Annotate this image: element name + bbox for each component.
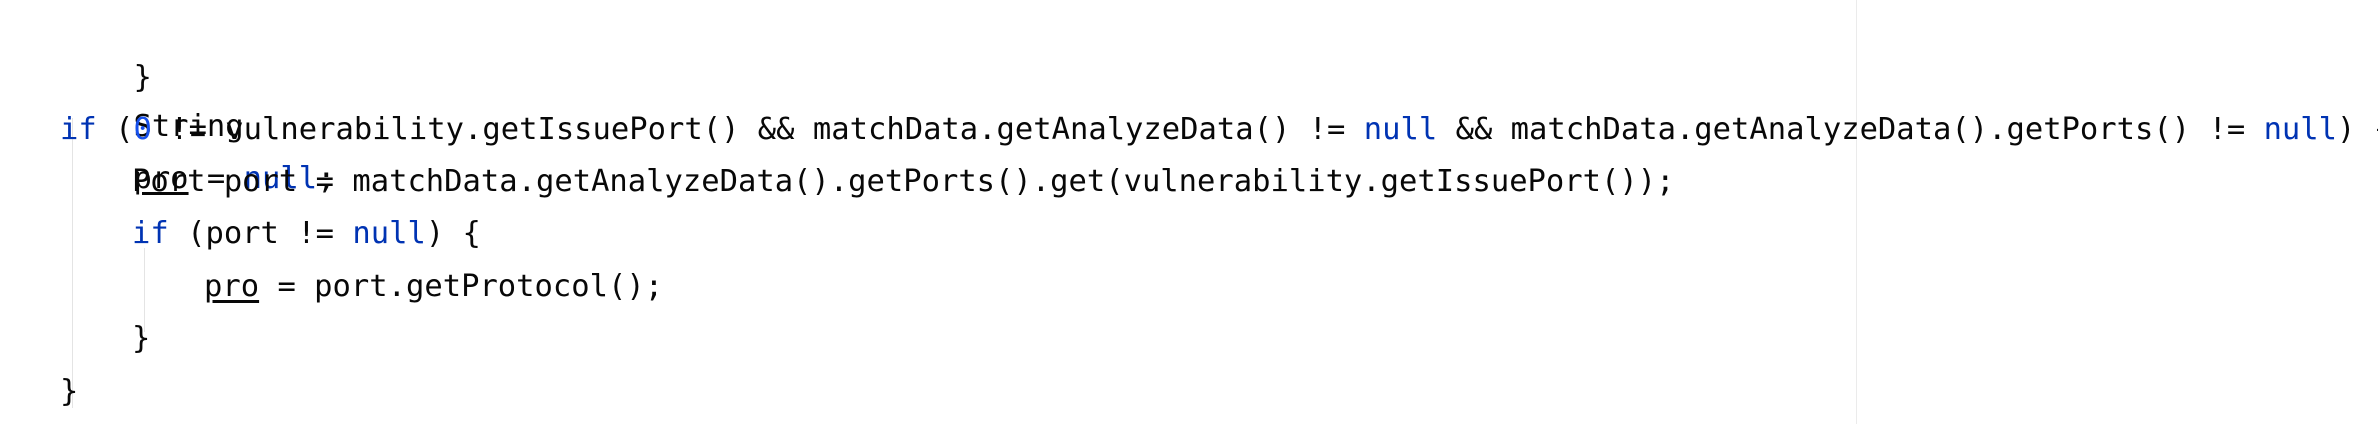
- closing-brace: }: [60, 374, 79, 409]
- code-segment: && matchData.getAnalyzeData().getPorts()…: [1437, 112, 2264, 147]
- null-keyword: null: [2263, 112, 2338, 147]
- variable-pro: pro: [204, 269, 260, 304]
- number-literal: 0: [133, 112, 152, 147]
- null-keyword: null: [352, 216, 426, 251]
- code-segment: (: [96, 112, 134, 147]
- right-margin-guide: [1856, 0, 1857, 424]
- code-line-1[interactable]: }: [60, 0, 151, 95]
- code-segment: (port !=: [168, 216, 353, 251]
- code-line-5[interactable]: if (port != null) {: [132, 208, 481, 260]
- code-line-8[interactable]: }: [60, 366, 78, 418]
- code-segment: ) {: [2337, 112, 2378, 147]
- code-line-4[interactable]: Port port = matchData.getAnalyzeData().g…: [132, 156, 1674, 208]
- code-editor[interactable]: } String pro = null; if (0 != vulnerabil…: [0, 0, 2378, 424]
- code-segment: = port.getProtocol();: [259, 269, 664, 304]
- null-keyword: null: [1363, 112, 1438, 147]
- code-segment: != vulnerability.getIssuePort() && match…: [151, 112, 1364, 147]
- code-segment: ) {: [425, 216, 481, 251]
- if-keyword: if: [132, 216, 169, 251]
- closing-brace: }: [132, 321, 151, 356]
- code-line-7[interactable]: }: [132, 313, 150, 365]
- code-line-2[interactable]: String pro = null;: [60, 49, 335, 196]
- code-segment: Port port = matchData.getAnalyzeData().g…: [132, 164, 1675, 199]
- if-keyword: if: [60, 112, 97, 147]
- code-line-6[interactable]: pro = port.getProtocol();: [204, 261, 663, 313]
- code-line-3[interactable]: if (0 != vulnerability.getIssuePort() &&…: [60, 104, 2378, 156]
